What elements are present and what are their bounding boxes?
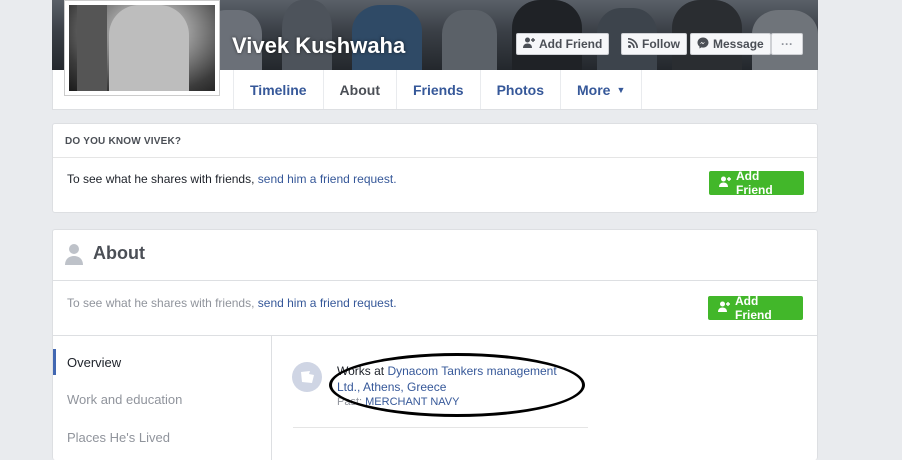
add-friend-label: Add Friend xyxy=(539,37,603,51)
highlight-ellipse xyxy=(329,353,585,417)
tab-about[interactable]: About xyxy=(322,70,396,109)
about-add-friend-label: Add Friend xyxy=(735,294,772,322)
add-friend-icon xyxy=(718,301,730,315)
do-you-know-prefix: To see what he shares with friends, xyxy=(67,172,255,186)
follow-button[interactable]: Follow xyxy=(621,33,687,55)
about-friend-request-link[interactable]: send him a friend request. xyxy=(258,296,397,310)
message-label: Message xyxy=(713,37,764,51)
work-separator xyxy=(293,427,588,428)
about-header xyxy=(53,230,817,281)
about-note-prefix: To see what he shares with friends, xyxy=(67,296,255,310)
about-note: To see what he shares with friends, send… xyxy=(67,296,397,310)
tab-friends[interactable]: Friends xyxy=(395,70,480,109)
sidebar-item-places-lived[interactable]: Places He's Lived xyxy=(53,424,270,450)
message-button[interactable]: Message xyxy=(690,33,771,55)
person-icon xyxy=(64,243,84,265)
about-title: About xyxy=(93,243,145,263)
add-friend-icon xyxy=(719,176,731,190)
tab-photos[interactable]: Photos xyxy=(479,70,560,109)
profile-tabs: Timeline About Friends Photos More ▼ xyxy=(233,70,643,110)
add-friend-green-button[interactable]: Add Friend xyxy=(709,169,804,197)
tab-more[interactable]: More ▼ xyxy=(560,70,643,109)
briefcase-icon xyxy=(292,362,322,392)
do-you-know-text: To see what he shares with friends, send… xyxy=(67,172,397,186)
friend-request-link[interactable]: send him a friend request. xyxy=(258,172,397,186)
add-friend-button[interactable]: Add Friend xyxy=(516,33,610,55)
follow-label: Follow xyxy=(642,37,680,51)
sidebar-item-work-education[interactable]: Work and education xyxy=(53,386,270,412)
add-friend-icon xyxy=(523,37,535,51)
profile-picture[interactable] xyxy=(64,0,220,96)
profile-name[interactable]: Vivek Kushwaha xyxy=(232,33,405,59)
more-options-button[interactable]: ··· xyxy=(771,33,803,55)
add-friend-green-label: Add Friend xyxy=(736,169,773,197)
messenger-icon xyxy=(697,37,709,52)
about-add-friend-button[interactable]: Add Friend xyxy=(708,294,803,322)
sidebar-item-overview[interactable]: Overview xyxy=(53,349,270,375)
about-column-divider xyxy=(271,336,272,460)
do-you-know-title: DO YOU KNOW VIVEK? xyxy=(53,124,817,158)
tab-more-label: More xyxy=(577,81,611,98)
about-divider xyxy=(53,335,817,336)
rss-icon xyxy=(627,37,638,51)
caret-down-icon: ▼ xyxy=(616,84,626,95)
tab-timeline[interactable]: Timeline xyxy=(233,70,323,109)
